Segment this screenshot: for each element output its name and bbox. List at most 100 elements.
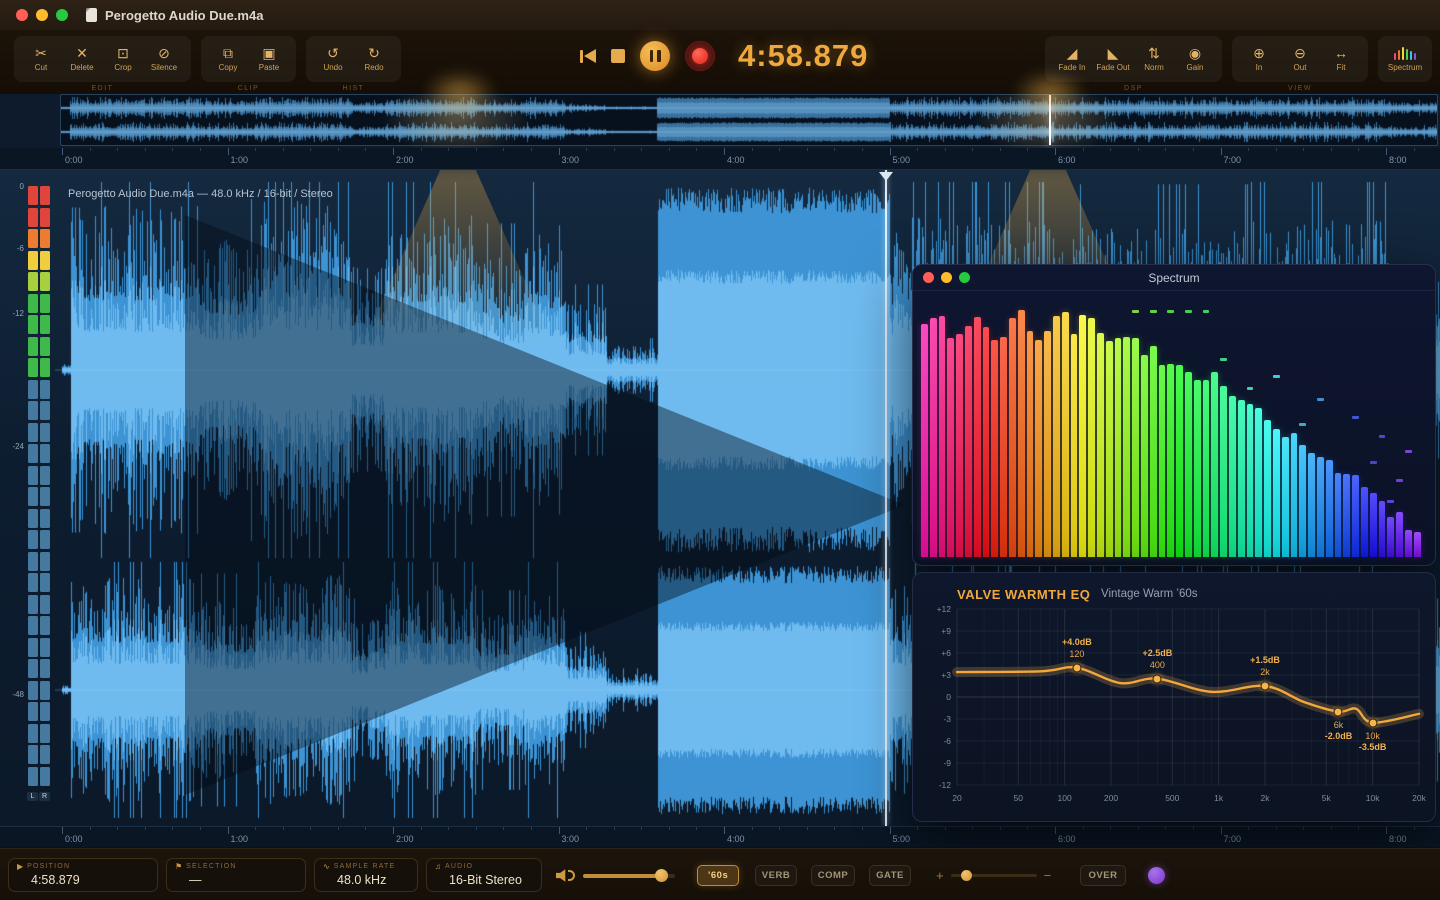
spectrum-toggle-button[interactable]: Spectrum — [1378, 36, 1432, 82]
zoom-out-label: Out — [1294, 63, 1307, 72]
eq-gain-label: -3.5dB — [1359, 742, 1387, 752]
meter-segment — [28, 186, 38, 205]
fade-in-button[interactable]: ◢Fade In — [1053, 40, 1091, 78]
close-button[interactable] — [16, 9, 28, 21]
meter-segment — [40, 659, 50, 678]
paste-button[interactable]: ▣Paste — [250, 40, 288, 78]
ruler-label: 3:00 — [562, 155, 580, 165]
eq-x-label: 500 — [1165, 793, 1179, 803]
ruler-minor-tick — [503, 148, 504, 151]
minimize-button[interactable] — [36, 9, 48, 21]
fit-button[interactable]: ↔Fit — [1322, 40, 1360, 78]
group-label-clip: CLIP — [201, 85, 296, 92]
stop-button[interactable] — [611, 49, 625, 63]
mini-slider-knob[interactable] — [961, 870, 972, 881]
ruler-label: 7:00 — [1224, 155, 1242, 165]
spectrum-window-titlebar[interactable]: Spectrum — [913, 265, 1435, 291]
spectrum-bar — [991, 340, 998, 557]
ruler-minor-tick — [1083, 148, 1084, 151]
ruler-minor-tick — [365, 827, 366, 830]
spectrum-bar — [1282, 437, 1289, 557]
ruler-minor-tick — [1165, 148, 1166, 151]
eq-band-handle[interactable] — [1368, 718, 1377, 727]
ruler-tick — [1386, 827, 1387, 834]
ruler-minor-tick — [1248, 148, 1249, 151]
pause-button[interactable] — [640, 41, 670, 71]
spectrum-bar — [1159, 365, 1166, 557]
cut-button[interactable]: ✂Cut — [22, 40, 60, 78]
ruler-minor-tick — [283, 148, 284, 151]
record-button[interactable] — [685, 41, 715, 71]
norm-button[interactable]: ⇅Norm — [1135, 40, 1173, 78]
ruler-tick — [1055, 148, 1056, 155]
ruler-minor-tick — [669, 827, 670, 830]
over-button[interactable]: OVER — [1080, 865, 1126, 886]
meter-scale-label: -12 — [0, 309, 24, 318]
volume-knob[interactable] — [655, 869, 668, 882]
meter-segment — [40, 466, 50, 485]
ruler-minor-tick — [531, 827, 532, 830]
spectrum-window: Spectrum — [912, 264, 1436, 566]
spectrum-bar — [1009, 318, 1016, 557]
spectrum-peak-marker — [1273, 375, 1280, 378]
ruler-tick — [228, 148, 229, 155]
ruler-minor-tick — [641, 827, 642, 830]
ruler-minor-tick — [945, 827, 946, 830]
eq-band-handle[interactable] — [1072, 663, 1081, 672]
meter-segment — [28, 573, 38, 592]
spectrum-bar — [1141, 355, 1148, 557]
playhead-marker[interactable] — [879, 172, 893, 181]
purple-indicator-button[interactable] — [1148, 867, 1165, 884]
overview-waveform-canvas[interactable] — [61, 95, 1437, 145]
playhead[interactable] — [885, 170, 887, 826]
spectrum-bar — [1379, 501, 1386, 557]
spectrum-bar — [1106, 341, 1113, 557]
fx-button-gate[interactable]: GATE — [869, 865, 911, 886]
eq-band-handle[interactable] — [1261, 682, 1270, 691]
gain-button[interactable]: ◉Gain — [1176, 40, 1214, 78]
fx-button-comp[interactable]: COMP — [811, 865, 855, 886]
ruler-minor-tick — [200, 148, 201, 151]
undo-button[interactable]: ↺Undo — [314, 40, 352, 78]
redo-button[interactable]: ↻Redo — [355, 40, 393, 78]
zoom-in-button[interactable]: ⊕In — [1240, 40, 1278, 78]
spectrum-bar — [1229, 396, 1236, 558]
volume-slider[interactable] — [583, 874, 675, 878]
ruler-minor-tick — [807, 148, 808, 151]
mute-icon: ⊘ — [158, 46, 170, 60]
spectrum-peak-marker — [1167, 310, 1174, 313]
eq-y-label: -3 — [915, 714, 951, 724]
meter-channel-label: L — [27, 792, 38, 801]
zoom-button[interactable] — [56, 9, 68, 21]
eq-band-handle[interactable] — [1334, 707, 1343, 716]
fx-button-verb[interactable]: VERB — [755, 865, 797, 886]
spectrum-bar — [974, 317, 981, 557]
eq-y-label: 0 — [915, 692, 951, 702]
ruler-minor-tick — [696, 148, 697, 151]
spectrum-bar — [1335, 473, 1342, 557]
meter-segment — [28, 595, 38, 614]
meter-segment — [28, 444, 38, 463]
zoom-out-button[interactable]: ⊖Out — [1281, 40, 1319, 78]
app-window: Perogetto Audio Due.m4a ✂Cut✕Delete⊡Crop… — [0, 0, 1440, 900]
mini-slider[interactable] — [951, 874, 1037, 878]
eq-band-handle[interactable] — [1153, 674, 1162, 683]
eq-curve-graph[interactable] — [913, 573, 1437, 823]
ruler-minor-tick — [862, 148, 863, 151]
overview-strip[interactable] — [60, 94, 1438, 146]
ruler-label: 5:00 — [893, 155, 911, 165]
silence-button[interactable]: ⊘Silence — [145, 40, 183, 78]
eq-freq-label: 2k — [1260, 667, 1270, 677]
skip-back-button[interactable] — [580, 49, 596, 63]
status-field-value: 16-Bit Stereo — [449, 873, 533, 887]
meter-segment — [28, 659, 38, 678]
timeline-ruler-bottom[interactable]: 0:001:002:003:004:005:006:007:008:00 — [0, 826, 1440, 848]
fx-button-60s[interactable]: ’60s — [697, 865, 739, 886]
timeline-ruler-top[interactable]: 0:001:002:003:004:005:006:007:008:00 — [0, 148, 1440, 170]
copy-button[interactable]: ⧉Copy — [209, 40, 247, 78]
crop-button[interactable]: ⊡Crop — [104, 40, 142, 78]
delete-button[interactable]: ✕Delete — [63, 40, 101, 78]
group-label-view: VIEW — [1232, 85, 1368, 92]
meter-segment — [40, 638, 50, 657]
fade-out-button[interactable]: ◣Fade Out — [1094, 40, 1132, 78]
